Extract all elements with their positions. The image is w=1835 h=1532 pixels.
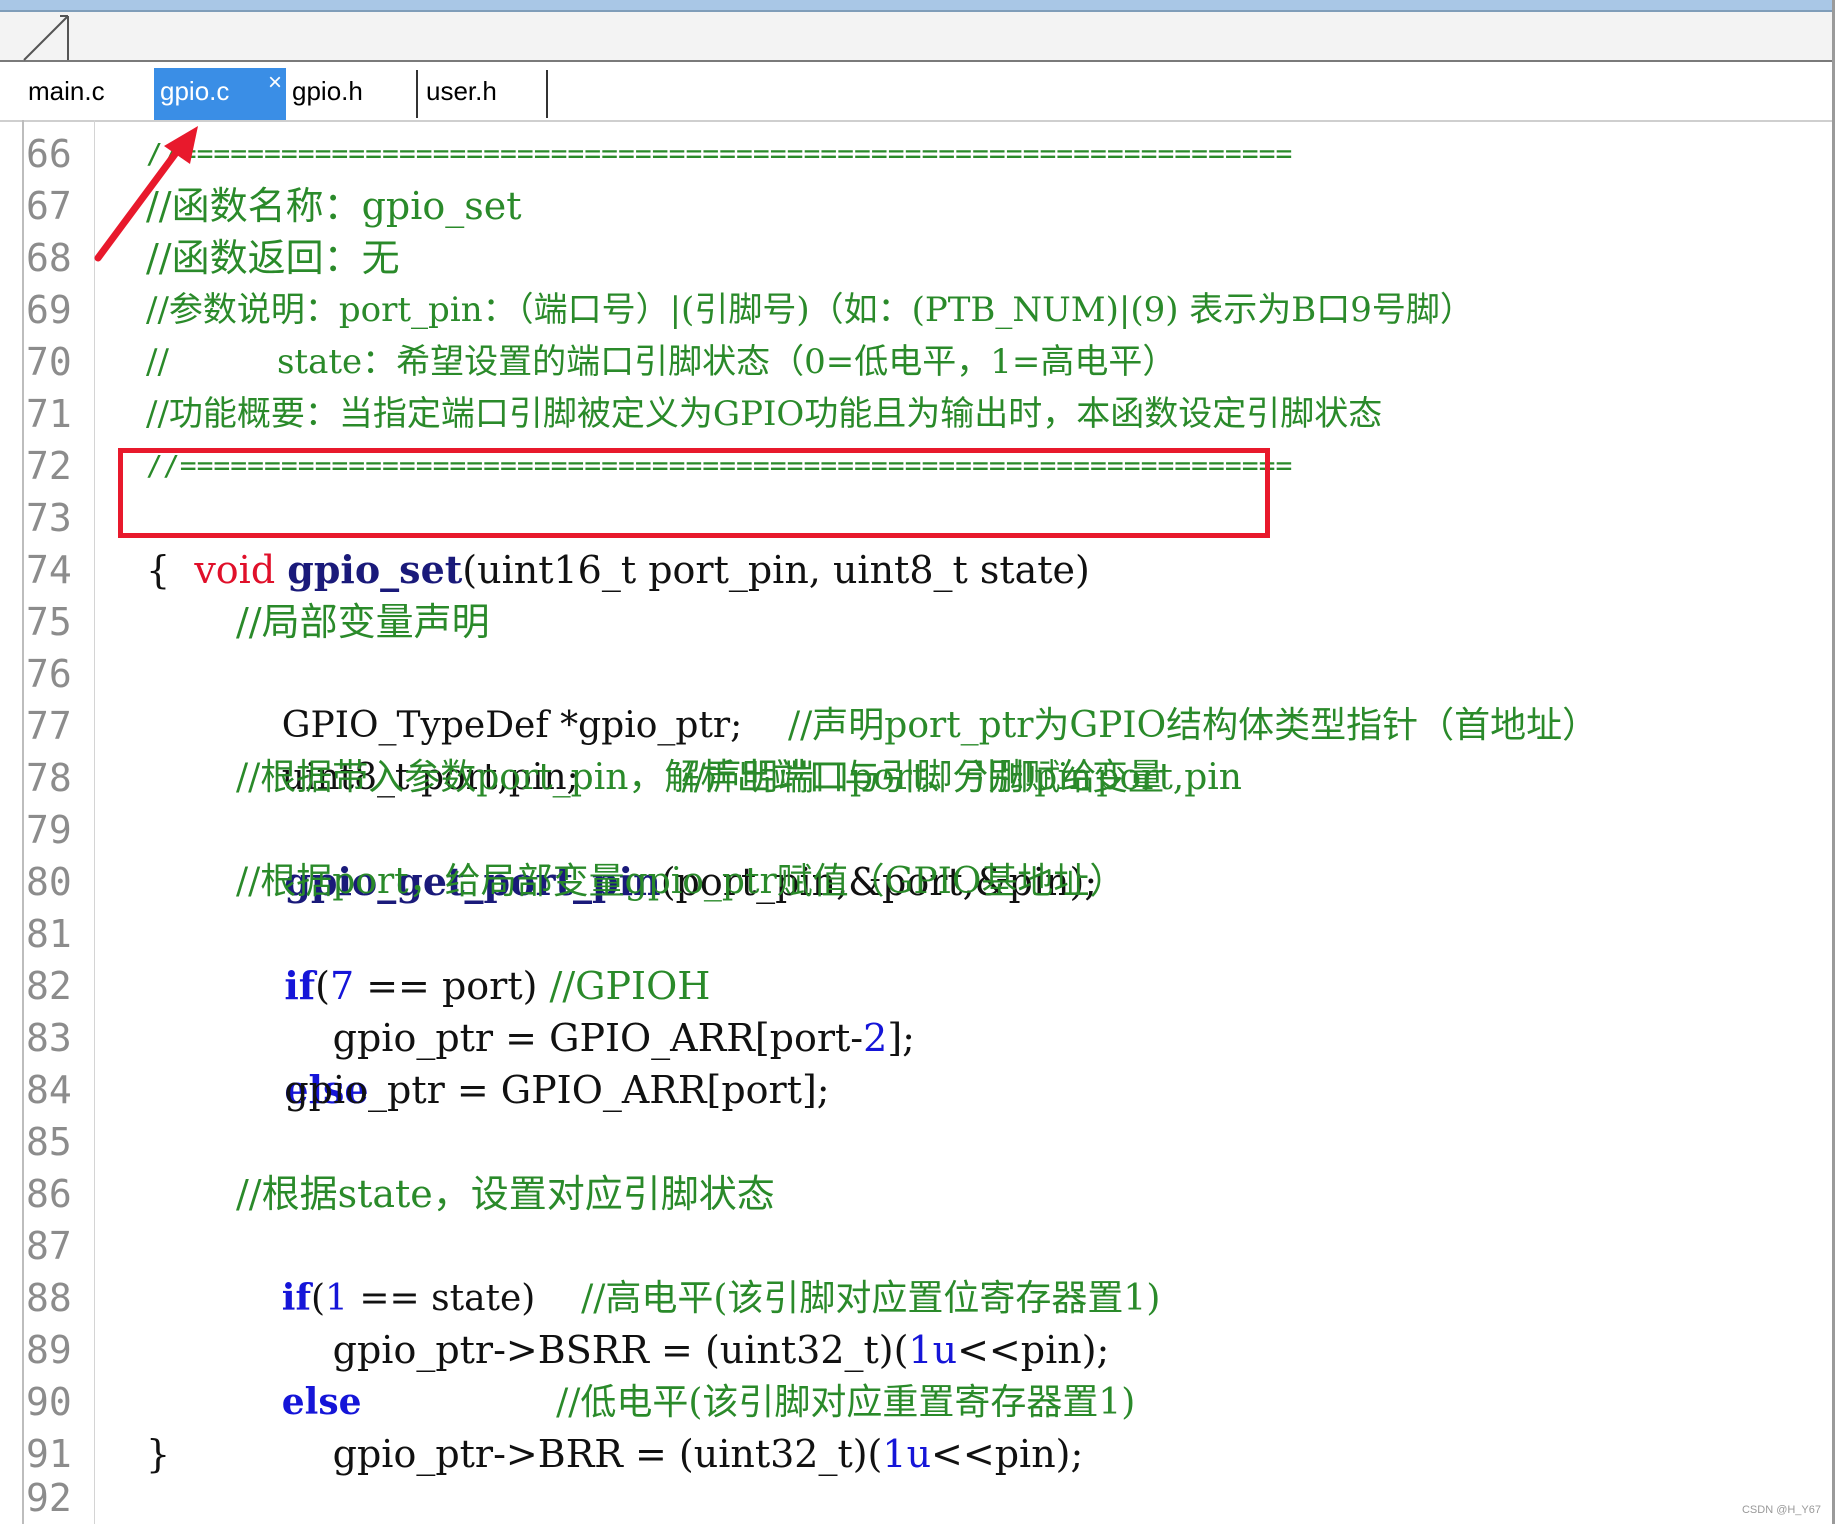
code-line[interactable]: uint8_t port,pin; //声明端口port、引脚pin变量 bbox=[236, 700, 1164, 798]
toolbar bbox=[0, 12, 1835, 62]
code-line[interactable]: { bbox=[146, 544, 170, 596]
code-line[interactable]: //功能概要：当指定端口引脚被定义为GPIO功能且为输出时，本函数设定引脚状态 bbox=[146, 388, 1382, 440]
watermark: CSDN @H_Y67 bbox=[1741, 1504, 1821, 1516]
tab-label: user.h bbox=[426, 76, 497, 106]
line-number: 69 bbox=[26, 288, 72, 332]
line-number: 74 bbox=[26, 548, 72, 592]
editor-tab-bar: main.c gpio.c × gpio.h user.h bbox=[0, 62, 1835, 122]
code-text: (uint16_t port_pin, uint8_t state) bbox=[462, 548, 1090, 592]
tab-label: gpio.h bbox=[292, 76, 363, 106]
line-number: 90 bbox=[26, 1380, 72, 1424]
code-text: ]; bbox=[887, 1016, 915, 1060]
code-line[interactable]: else //低电平(该引脚对应重置寄存器置1) bbox=[236, 1324, 1136, 1423]
line-number: 80 bbox=[26, 860, 72, 904]
line-number: 79 bbox=[26, 808, 72, 852]
close-icon[interactable]: × bbox=[268, 60, 282, 106]
code-line[interactable]: gpio_get_port_pin(port_pin,&port,&pin); bbox=[236, 804, 1097, 904]
code-line[interactable]: gpio_ptr->BRR = (uint32_t)(1u<<pin); bbox=[236, 1376, 1084, 1476]
line-number: 76 bbox=[26, 652, 72, 696]
tab-label: gpio.c bbox=[160, 76, 230, 106]
line-number: 77 bbox=[26, 704, 72, 748]
line-number: 82 bbox=[26, 964, 72, 1008]
tab-user-h[interactable]: user.h bbox=[420, 68, 546, 120]
code-text: gpio_ptr->BRR = (uint32_t)( bbox=[284, 1432, 883, 1476]
code-line[interactable]: if(1 == state) //高电平(该引脚对应置位寄存器置1) bbox=[236, 1220, 1161, 1319]
number-literal: 1u bbox=[882, 1432, 932, 1476]
code-line[interactable]: else bbox=[236, 1012, 368, 1112]
splitter-corner-icon[interactable] bbox=[20, 12, 80, 62]
red-arrow-icon bbox=[94, 126, 198, 262]
code-line[interactable]: gpio_ptr->BSRR = (uint32_t)(1u<<pin); bbox=[236, 1272, 1110, 1372]
code-line[interactable]: } bbox=[146, 1428, 170, 1480]
line-number: 92 bbox=[26, 1476, 72, 1520]
line-number: 85 bbox=[26, 1120, 72, 1164]
code-line[interactable]: //======================================… bbox=[146, 128, 1292, 180]
line-number: 84 bbox=[26, 1068, 72, 1112]
line-number: 72 bbox=[26, 444, 72, 488]
line-number: 78 bbox=[26, 756, 72, 800]
line-number: 86 bbox=[26, 1172, 72, 1216]
tab-gpio-c[interactable]: gpio.c × bbox=[154, 68, 286, 120]
tab-separator bbox=[546, 70, 548, 118]
code-text: gpio_ptr = GPIO_ARR[port- bbox=[284, 1016, 864, 1060]
line-number: 81 bbox=[26, 912, 72, 956]
code-line[interactable]: // state：希望设置的端口引脚状态（0=低电平，1=高电平） bbox=[146, 336, 1176, 388]
code-line[interactable]: //根据带入参数port_pin，解析出端口与引脚分别赋给port,pin bbox=[236, 752, 1242, 804]
editor-left-border bbox=[22, 120, 24, 1524]
code-line[interactable]: gpio_ptr = GPIO_ARR[port-2]; bbox=[236, 960, 915, 1060]
line-number: 87 bbox=[26, 1224, 72, 1268]
gutter-border bbox=[94, 120, 95, 1524]
code-line[interactable]: //参数说明：port_pin：（端口号）|(引脚号)（如：(PTB_NUM)|… bbox=[146, 284, 1474, 336]
line-number: 70 bbox=[26, 340, 72, 384]
code-line[interactable]: GPIO_TypeDef *gpio_ptr; //声明port_ptr为GPI… bbox=[236, 648, 1598, 746]
number-literal: 2 bbox=[863, 1016, 888, 1060]
line-number: 71 bbox=[26, 392, 72, 436]
line-number: 75 bbox=[26, 600, 72, 644]
line-number: 89 bbox=[26, 1328, 72, 1372]
code-line[interactable]: if(7 == port) //GPIOH bbox=[236, 908, 710, 1008]
code-line[interactable]: //局部变量声明 bbox=[236, 596, 490, 648]
tab-label: main.c bbox=[28, 76, 105, 106]
highlight-box bbox=[118, 448, 1270, 538]
tab-main-c[interactable]: main.c bbox=[22, 68, 152, 120]
window-title-bar bbox=[0, 0, 1835, 12]
function-name: gpio_set bbox=[287, 547, 463, 592]
line-number: 73 bbox=[26, 496, 72, 540]
keyword-void: void bbox=[194, 548, 276, 592]
code-line[interactable]: //根据state，设置对应引脚状态 bbox=[236, 1168, 775, 1220]
line-number: 88 bbox=[26, 1276, 72, 1320]
line-number: 83 bbox=[26, 1016, 72, 1060]
tab-gpio-h[interactable]: gpio.h bbox=[286, 68, 416, 120]
tab-separator bbox=[416, 70, 418, 118]
code-line[interactable]: gpio_ptr = GPIO_ARR[port]; bbox=[236, 1064, 829, 1116]
code-line[interactable]: //根据port，给局部变量gpio_ptr赋值（GPIO基地址） bbox=[236, 856, 1125, 908]
code-text: <<pin); bbox=[931, 1432, 1084, 1476]
